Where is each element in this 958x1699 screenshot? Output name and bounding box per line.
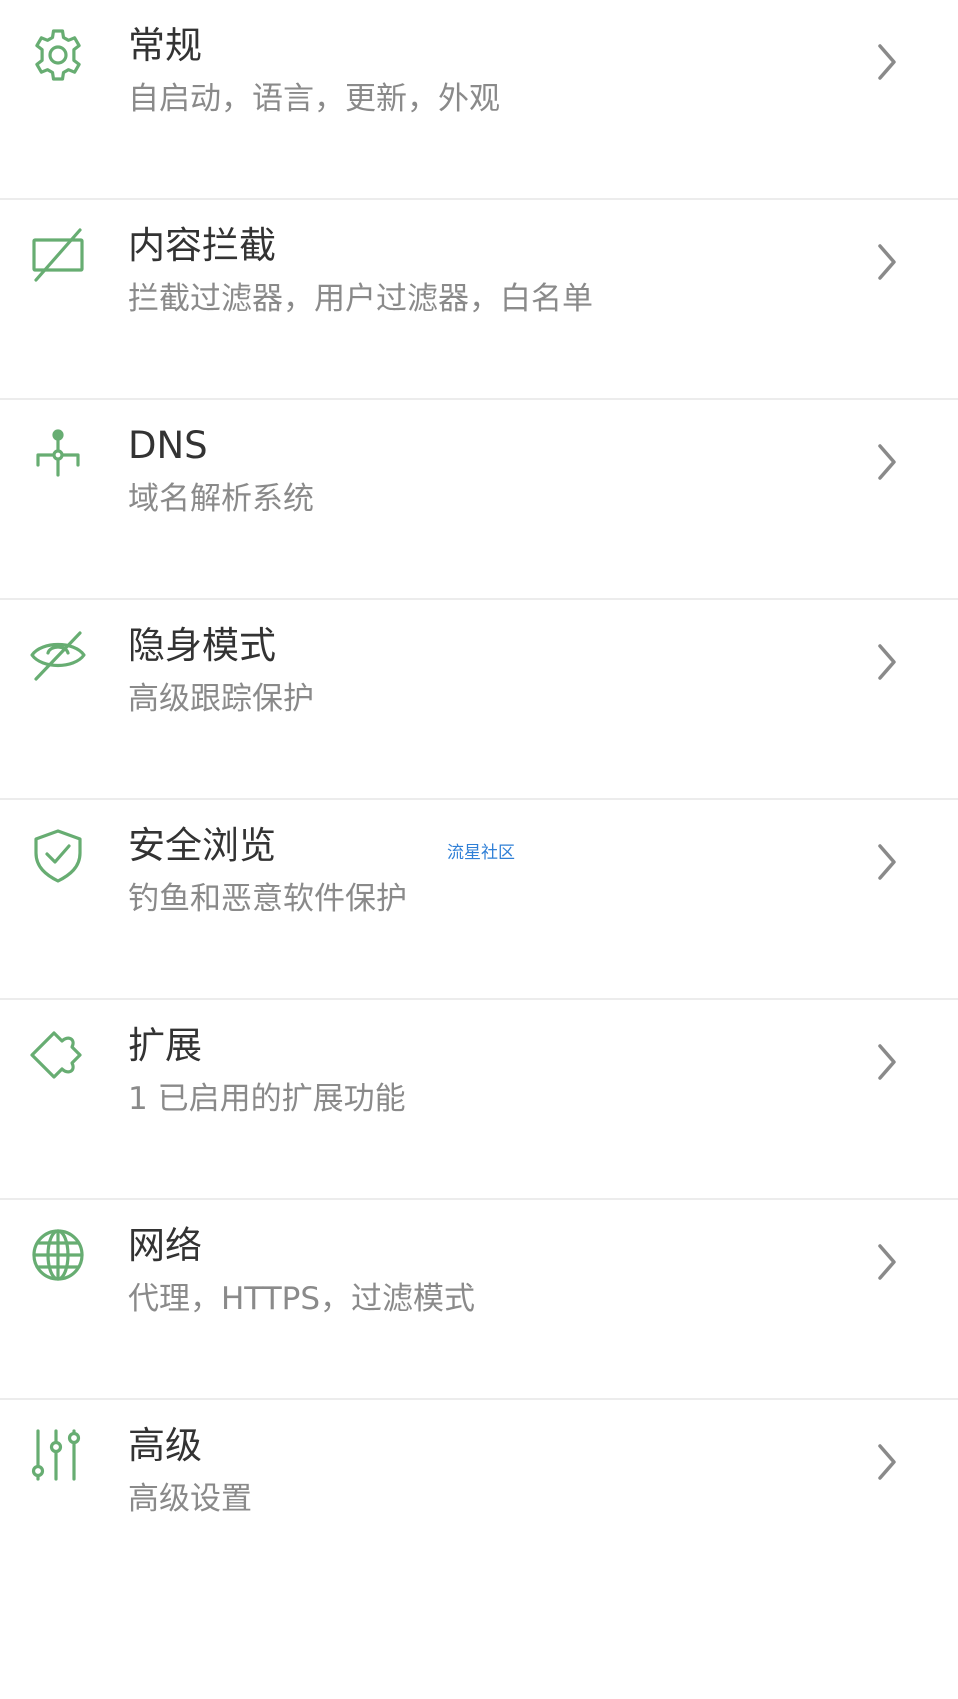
settings-item-safe-browsing[interactable]: 安全浏览 钓鱼和恶意软件保护: [0, 800, 958, 1000]
settings-item-content-blocking[interactable]: 内容拦截 拦截过滤器，用户过滤器，白名单: [0, 200, 958, 400]
globe-icon: [28, 1225, 88, 1285]
settings-item-extensions[interactable]: 扩展 1 已启用的扩展功能: [0, 1000, 958, 1200]
watermark-text: 流星社区: [447, 843, 515, 863]
settings-item-general[interactable]: 常规 自启动，语言，更新，外观: [0, 0, 958, 200]
settings-list: 常规 自启动，语言，更新，外观 内容拦截 拦截过滤器，用户过滤器，白名单 DNS…: [0, 0, 958, 1600]
settings-item-title: 扩展: [128, 1024, 202, 1067]
settings-item-subtitle: 拦截过滤器，用户过滤器，白名单: [128, 281, 593, 317]
settings-item-title: 隐身模式: [128, 624, 276, 667]
settings-item-title: 常规: [128, 24, 202, 67]
settings-item-subtitle: 域名解析系统: [128, 481, 314, 517]
settings-item-network[interactable]: 网络 代理，HTTPS，过滤模式: [0, 1200, 958, 1400]
settings-item-title: DNS: [128, 424, 208, 467]
settings-item-subtitle: 钓鱼和恶意软件保护: [128, 881, 407, 917]
settings-item-title: 内容拦截: [128, 224, 276, 267]
puzzle-icon: [28, 1025, 88, 1085]
settings-item-dns[interactable]: DNS 域名解析系统: [0, 400, 958, 600]
settings-item-advanced[interactable]: 高级 高级设置: [0, 1400, 958, 1600]
dns-icon: [28, 425, 88, 485]
settings-item-title: 高级: [128, 1424, 202, 1467]
settings-item-stealth-mode[interactable]: 隐身模式 高级跟踪保护: [0, 600, 958, 800]
gear-icon: [28, 25, 88, 85]
shield-check-icon: [28, 825, 88, 885]
settings-item-title: 网络: [128, 1224, 202, 1267]
settings-item-subtitle: 代理，HTTPS，过滤模式: [128, 1281, 476, 1317]
eye-off-icon: [28, 625, 88, 685]
settings-item-subtitle: 高级设置: [128, 1481, 252, 1517]
chevron-right-icon: [872, 240, 902, 284]
chevron-right-icon: [872, 440, 902, 484]
sliders-icon: [28, 1425, 88, 1485]
chevron-right-icon: [872, 1240, 902, 1284]
settings-item-subtitle: 1 已启用的扩展功能: [128, 1081, 406, 1117]
chevron-right-icon: [872, 640, 902, 684]
chevron-right-icon: [872, 1440, 902, 1484]
chevron-right-icon: [872, 1040, 902, 1084]
chevron-right-icon: [872, 840, 902, 884]
chevron-right-icon: [872, 40, 902, 84]
settings-item-title: 安全浏览: [128, 824, 276, 867]
settings-item-subtitle: 自启动，语言，更新，外观: [128, 81, 500, 117]
settings-item-subtitle: 高级跟踪保护: [128, 681, 314, 717]
content-blocking-icon: [28, 225, 88, 285]
